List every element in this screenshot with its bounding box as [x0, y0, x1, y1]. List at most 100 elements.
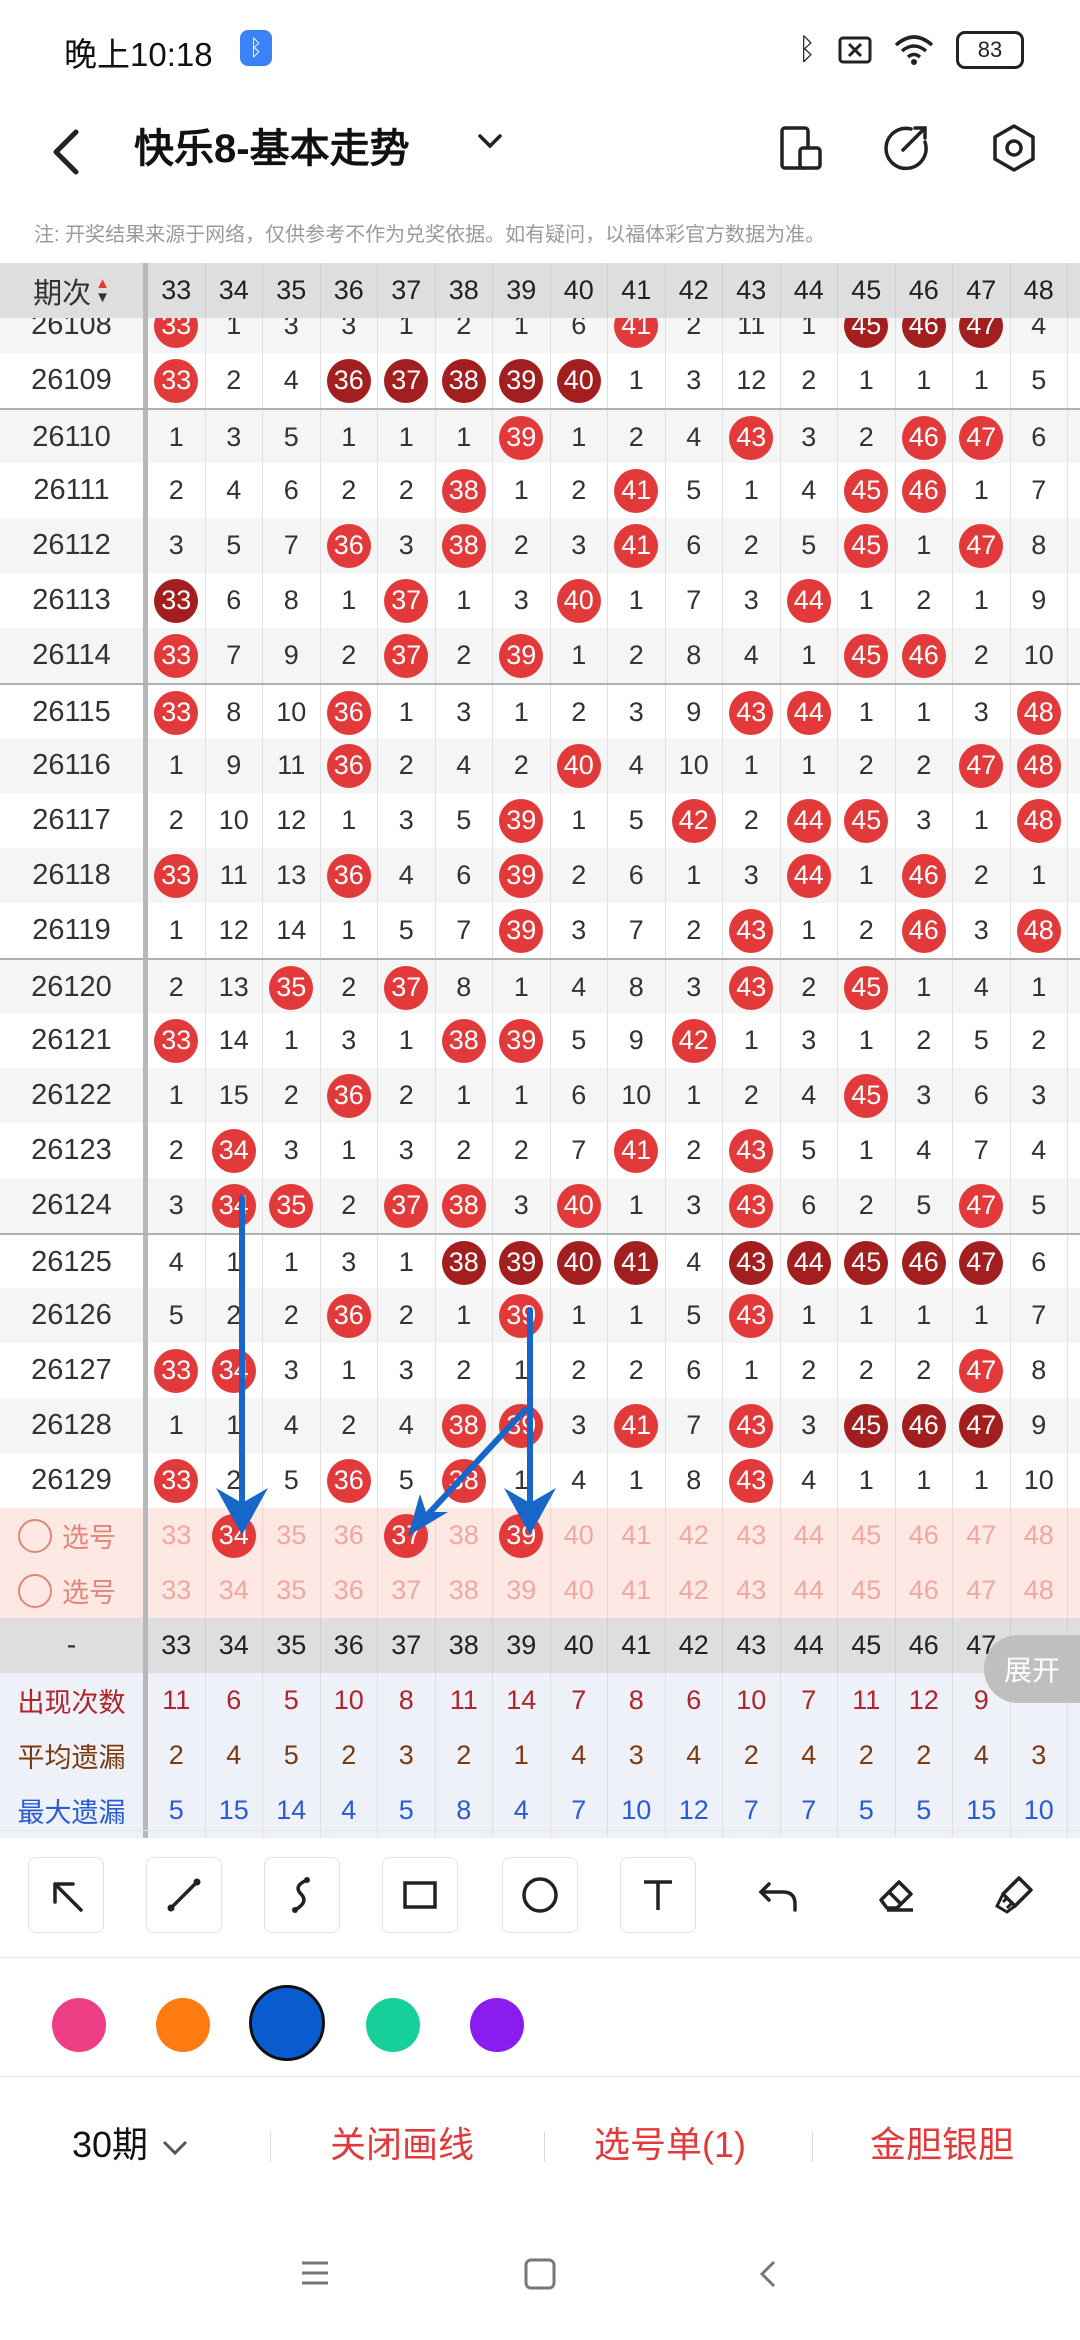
menu-icon[interactable] — [298, 2256, 332, 2290]
omission-cell: 4 — [551, 960, 608, 1015]
selectable-number[interactable]: 34 — [206, 1563, 263, 1618]
drawn-number-ball: 38 — [441, 358, 486, 403]
selectable-number[interactable]: 45 — [838, 1508, 896, 1563]
selectable-number[interactable]: 33 — [148, 1563, 206, 1618]
hit-cell: 45 — [838, 793, 896, 848]
omission-cell: 3 — [378, 1123, 436, 1178]
selectable-number[interactable]: 40 — [551, 1563, 608, 1618]
close-drawing-button[interactable]: 关闭画线 — [330, 2116, 474, 2168]
column-header: 42 — [666, 1618, 723, 1673]
column-header: 45 — [838, 1618, 896, 1673]
hit-cell: 45 — [838, 463, 896, 518]
text-tool-icon[interactable] — [620, 1857, 696, 1933]
select-row-toggle[interactable]: 选号 — [0, 1563, 148, 1618]
selectable-number[interactable]: 44 — [781, 1508, 838, 1563]
page-title[interactable]: 快乐8-基本走势 — [134, 116, 410, 174]
selectable-number[interactable]: 48 — [1011, 1508, 1068, 1563]
selectable-number[interactable]: 45 — [838, 1563, 896, 1618]
selectable-number[interactable]: 36 — [321, 1508, 378, 1563]
line-icon[interactable] — [146, 1857, 222, 1933]
color-swatch-orange[interactable] — [156, 1998, 210, 2052]
selectable-number[interactable]: 35 — [263, 1563, 321, 1618]
selectable-number[interactable]: 39 — [493, 1563, 551, 1618]
omission-cell: 3 — [148, 518, 206, 573]
selectable-number[interactable]: 47 — [953, 1563, 1011, 1618]
selectable-number[interactable]: 38 — [436, 1508, 493, 1563]
period-dropdown[interactable]: 30期 — [72, 2116, 192, 2168]
omission-cell: 2 — [666, 1123, 723, 1178]
period-header[interactable]: 期次 ▲ ▼ — [0, 263, 148, 318]
selectable-number[interactable]: 43 — [723, 1563, 781, 1618]
back-nav-icon[interactable] — [752, 2256, 782, 2292]
omission-cell: 1 — [666, 848, 723, 903]
color-swatch-purple[interactable] — [470, 1998, 524, 2052]
clear-brush-icon[interactable] — [976, 1857, 1052, 1933]
drawn-number-ball: 43 — [729, 1183, 774, 1228]
omission-cell: 2 — [551, 463, 608, 518]
omission-cell: 8 — [263, 573, 321, 628]
battery-indicator: 83 — [956, 31, 1024, 69]
selectable-number[interactable]: 38 — [436, 1563, 493, 1618]
stat-value: 5 — [263, 1673, 321, 1728]
selectable-number[interactable]: 37 — [378, 1508, 436, 1563]
omission-cell: 3 — [436, 685, 493, 740]
select-row-toggle[interactable]: 选号 — [0, 1508, 148, 1563]
color-swatch-pink[interactable] — [52, 1998, 106, 2052]
hit-cell: 33 — [148, 318, 206, 353]
selectable-number[interactable]: 42 — [666, 1508, 723, 1563]
drawn-number-ball: 43 — [729, 1403, 774, 1448]
color-swatch-blue-selected[interactable] — [249, 1985, 325, 2061]
selectable-number[interactable]: 35 — [263, 1508, 321, 1563]
selectable-number[interactable]: 37 — [378, 1563, 436, 1618]
rectangle-icon[interactable] — [382, 1857, 458, 1933]
wifi-icon — [894, 35, 934, 65]
selection-list-button[interactable]: 选号单(1) — [594, 2116, 746, 2168]
selectable-number[interactable]: 46 — [896, 1508, 953, 1563]
selectable-number[interactable]: 36 — [321, 1563, 378, 1618]
selectable-number[interactable]: 33 — [148, 1508, 206, 1563]
selectable-number[interactable]: 44 — [781, 1563, 838, 1618]
pointer-arrow-icon[interactable] — [28, 1857, 104, 1933]
circle-icon[interactable] — [502, 1857, 578, 1933]
omission-cell: 2 — [436, 1123, 493, 1178]
hit-cell: 40 — [551, 738, 608, 793]
gold-silver-button[interactable]: 金胆银胆 — [870, 2116, 1014, 2168]
selectable-number[interactable]: 42 — [666, 1563, 723, 1618]
omission-cell: 4 — [608, 738, 666, 793]
omission-cell: 3 — [666, 353, 723, 408]
device-layout-icon[interactable] — [770, 118, 830, 178]
color-swatch-green[interactable] — [366, 1998, 420, 2052]
share-icon[interactable] — [875, 118, 935, 178]
selectable-number[interactable]: 48 — [1011, 1563, 1068, 1618]
selectable-number[interactable]: 40 — [551, 1508, 608, 1563]
selectable-number[interactable]: 43 — [723, 1508, 781, 1563]
omission-cell: 3 — [781, 1013, 838, 1068]
omission-cell: 3 — [896, 1068, 953, 1123]
selectable-number[interactable]: 39 — [493, 1508, 551, 1563]
eraser-icon[interactable] — [858, 1857, 934, 1933]
selectable-number[interactable]: 34 — [206, 1508, 263, 1563]
divider — [544, 2132, 545, 2162]
omission-cell: 2 — [666, 318, 723, 353]
selectable-number[interactable]: 41 — [608, 1563, 666, 1618]
expand-button[interactable]: 展开 — [984, 1635, 1080, 1703]
curve-icon[interactable] — [264, 1857, 340, 1933]
hit-cell: 45 — [838, 628, 896, 683]
omission-cell: 3 — [321, 1013, 378, 1068]
omission-cell: 2 — [896, 738, 953, 793]
selectable-number[interactable]: 47 — [953, 1508, 1011, 1563]
home-icon[interactable] — [522, 2256, 558, 2292]
selectable-number[interactable]: 41 — [608, 1508, 666, 1563]
stats-row: 出现次数 11 6 5 10 8 11 14 7 8 6 10 7 11 12 9 — [0, 1673, 1080, 1728]
settings-icon[interactable] — [984, 118, 1044, 178]
omission-cell: 2 — [723, 518, 781, 573]
selectable-number[interactable]: 46 — [896, 1563, 953, 1618]
table-row: 26116 1 9 11 36 2 4 2 40 4 10 1 1 2 2 47 48 — [0, 738, 1080, 793]
column-header: 40 — [551, 263, 608, 318]
undo-icon[interactable] — [740, 1857, 816, 1933]
chevron-down-icon[interactable] — [470, 122, 510, 162]
back-icon[interactable] — [40, 122, 96, 182]
drawn-number-ball: 47 — [959, 1240, 1004, 1285]
hit-cell: 47 — [953, 1235, 1011, 1290]
hit-cell: 37 — [378, 573, 436, 628]
